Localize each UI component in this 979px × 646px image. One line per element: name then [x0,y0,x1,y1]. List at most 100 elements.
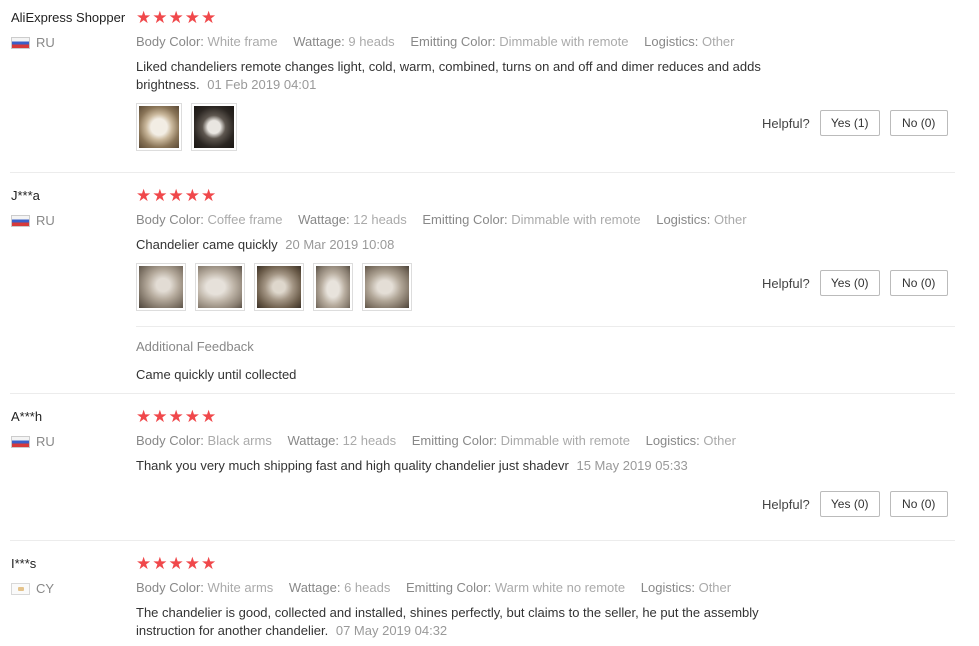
star-icon: ★ [184,8,200,27]
review-photo[interactable] [191,103,237,151]
attr-value: Dimmable with remote [499,34,629,49]
helpful-vote: Helpful? Yes (0) No (0) [762,270,948,296]
star-icon: ★ [168,554,184,573]
rating-stars: ★ ★ ★ ★ ★ [136,554,217,573]
star-icon: ★ [152,186,168,205]
attr-label: Logistics: [644,34,699,49]
attr-value: White arms [207,580,274,595]
attr-value: 12 heads [353,212,407,227]
attr-label: Body Color: [136,212,204,227]
attr-value: 9 heads [348,34,395,49]
attr-label: Emitting Color: [405,580,492,595]
review-photo[interactable] [362,263,412,311]
review-divider [10,172,955,173]
country-code: RU [36,35,55,50]
attr-label: Logistics: [640,580,695,595]
attr-value: Black arms [207,433,272,448]
attr-label: Body Color: [136,580,204,595]
attr-label: Wattage: [293,34,345,49]
attr-value: White frame [207,34,278,49]
review-text: The chandelier is good, collected and in… [136,605,759,638]
country-code: RU [36,213,55,228]
review-photo[interactable] [136,263,186,311]
review-text: Chandelier came quickly [136,237,278,252]
helpful-yes-button[interactable]: Yes (1) [819,110,880,136]
review-date: 15 May 2019 05:33 [576,458,688,473]
reviewer-name: AliExpress Shopper [11,10,126,25]
review-text-block: The chandelier is good, collected and in… [136,604,816,640]
star-icon: ★ [201,8,217,27]
russia-flag-icon [11,435,30,448]
attr-label: Emitting Color: [422,212,508,227]
star-icon: ★ [168,407,184,426]
review-date: 20 Mar 2019 10:08 [285,237,395,252]
star-icon: ★ [184,186,200,205]
review-text-block: Chandelier came quickly 20 Mar 2019 10:0… [136,236,816,254]
attr-label: Body Color: [136,433,204,448]
reviewer-name: A***h [11,409,43,424]
country-code: CY [36,581,55,596]
russia-flag-icon [11,214,30,227]
helpful-vote: Helpful? Yes (1) No (0) [762,110,948,136]
helpful-yes-button[interactable]: Yes (0) [819,270,880,296]
attr-label: Logistics: [656,212,711,227]
product-attributes: Body Color: White arms Wattage: 6 heads … [136,580,743,595]
product-attributes: Body Color: Coffee frame Wattage: 12 hea… [136,212,759,227]
attr-value: 6 heads [344,580,391,595]
helpful-vote: Helpful? Yes (0) No (0) [762,491,948,517]
attr-value: Other [698,580,732,595]
rating-stars: ★ ★ ★ ★ ★ [136,8,217,27]
star-icon: ★ [184,407,200,426]
reviewer-country: RU [11,213,55,228]
helpful-no-button[interactable]: No (0) [889,110,948,136]
attr-label: Emitting Color: [410,34,496,49]
review-photo[interactable] [195,263,245,311]
review-text: Thank you very much shipping fast and hi… [136,458,569,473]
helpful-yes-button[interactable]: Yes (0) [819,491,880,517]
attr-value: Dimmable with remote [511,212,641,227]
rating-stars: ★ ★ ★ ★ ★ [136,186,217,205]
helpful-label: Helpful? [762,496,810,512]
additional-feedback-text: Came quickly until collected [136,367,297,382]
star-icon: ★ [201,407,217,426]
reviewer-name: I***s [11,556,37,571]
attr-value: Other [714,212,747,227]
product-attributes: Body Color: White frame Wattage: 9 heads… [136,34,746,49]
reviewer-country: RU [11,434,55,449]
attr-label: Wattage: [287,433,340,448]
review-divider [10,540,955,541]
star-icon: ★ [201,186,217,205]
attr-value: Warm white no remote [494,580,626,595]
product-attributes: Body Color: Black arms Wattage: 12 heads… [136,433,748,448]
review-date: 07 May 2019 04:32 [335,623,448,638]
attr-label: Wattage: [298,212,350,227]
review-photo[interactable] [254,263,304,311]
helpful-label: Helpful? [762,275,810,291]
star-icon: ★ [201,554,217,573]
attr-label: Logistics: [645,433,700,448]
attr-value: Dimmable with remote [500,433,630,448]
attr-value: Other [701,34,735,49]
cyprus-flag-icon [11,582,30,595]
russia-flag-icon [11,36,30,49]
attr-value: Other [703,433,736,448]
star-icon: ★ [184,554,200,573]
star-icon: ★ [168,186,184,205]
helpful-no-button[interactable]: No (0) [889,270,948,296]
star-icon: ★ [168,8,184,27]
star-icon: ★ [152,8,168,27]
star-icon: ★ [136,407,152,426]
additional-feedback-title: Additional Feedback [136,339,254,354]
helpful-label: Helpful? [762,115,810,131]
attr-label: Emitting Color: [411,433,498,448]
review-text-block: Thank you very much shipping fast and hi… [136,457,816,475]
star-icon: ★ [136,8,152,27]
attr-value: 12 heads [342,433,397,448]
review-photo[interactable] [313,263,353,311]
review-photo[interactable] [136,103,182,151]
star-icon: ★ [136,186,152,205]
review-divider [10,393,955,394]
review-photos [136,263,412,311]
star-icon: ★ [152,407,168,426]
helpful-no-button[interactable]: No (0) [889,491,948,517]
